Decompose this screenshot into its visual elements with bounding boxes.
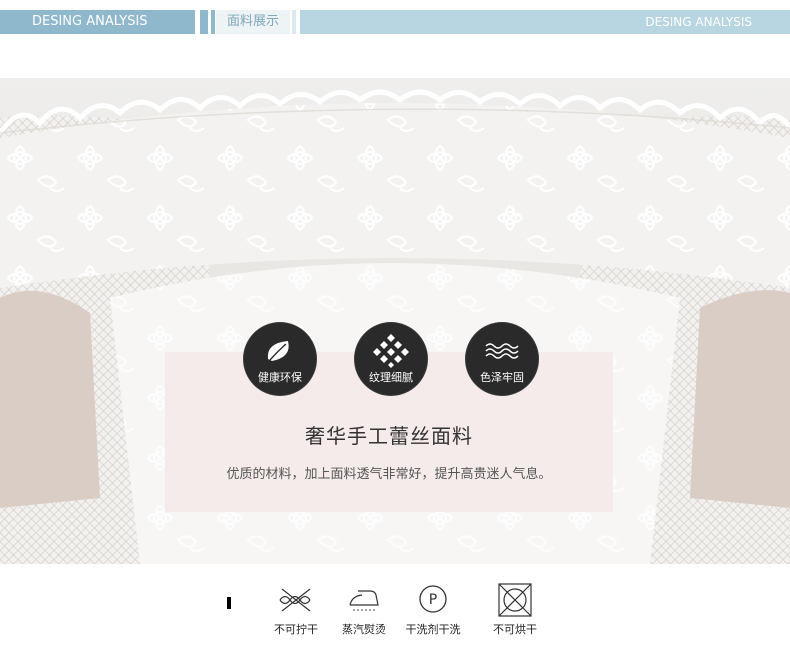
care-item-dry-clean: P 干洗剂干洗 [401, 583, 465, 639]
care-label: 不可烘干 [493, 623, 537, 636]
header-divider-bar [200, 10, 208, 34]
no-tumble-dry-icon [498, 583, 532, 617]
no-wring-icon [279, 588, 311, 612]
wave-icon [485, 343, 519, 359]
care-marker [227, 597, 231, 609]
header-right-title: DESING ANALYSIS [300, 10, 790, 34]
card-description: 优质的材料，加上面料透气非常好，提升高贵迷人气息。 [226, 467, 552, 482]
feature-label: 纹理细腻 [369, 371, 413, 384]
care-label: 不可拧干 [274, 623, 318, 636]
care-item-no-tumble-dry: 不可烘干 [488, 583, 542, 639]
care-label: 干洗剂干洗 [405, 623, 461, 636]
feature-label: 色泽牢固 [480, 371, 524, 384]
section-header: DESING ANALYSIS 面料展示 DESING ANALYSIS [0, 10, 790, 34]
feature-badge-eco: 健康环保 [244, 323, 316, 395]
header-divider-bar [292, 10, 296, 34]
diamond-grid-icon [373, 334, 409, 368]
header-section-title: 面料展示 [216, 10, 290, 34]
svg-text:P: P [429, 592, 437, 608]
card-title: 奢华手工蕾丝面料 [305, 424, 473, 448]
care-item-steam-iron: 蒸汽熨烫 [338, 583, 390, 639]
steam-iron-icon [349, 590, 379, 611]
feature-label: 健康环保 [258, 371, 302, 384]
leaf-icon [267, 341, 289, 361]
care-item-no-wring: 不可拧干 [268, 583, 324, 639]
header-left-title: DESING ANALYSIS [0, 10, 195, 34]
header-divider-bar [211, 10, 215, 34]
care-label: 蒸汽熨烫 [342, 623, 386, 636]
feature-badge-color: 色泽牢固 [466, 323, 538, 395]
feature-badge-texture: 纹理细腻 [355, 323, 427, 395]
dry-clean-p-icon: P [419, 585, 447, 613]
